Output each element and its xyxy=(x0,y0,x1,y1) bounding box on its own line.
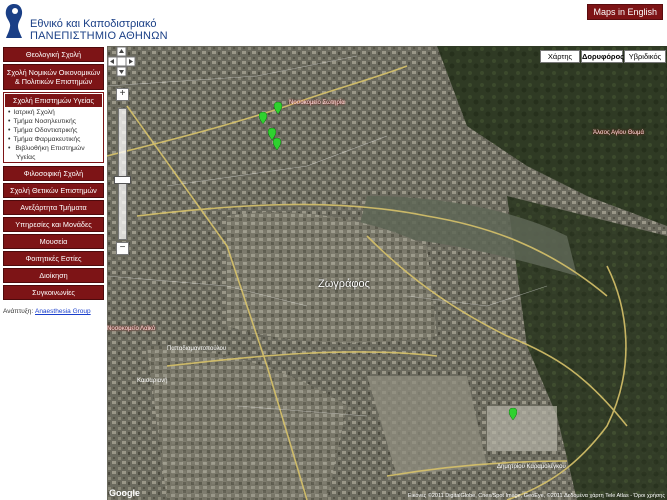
maps-in-english-button[interactable]: Maps in English xyxy=(587,4,663,20)
map-label-karamolegkou: Δημητρίου Καραμολέγκου xyxy=(497,464,566,470)
map-label-kaisariani: Καισαριανή xyxy=(137,378,168,384)
location-marker-icon[interactable] xyxy=(259,112,267,124)
satellite-imagery xyxy=(107,46,667,500)
nav-subitem-library[interactable]: Βιβλιοθήκη Επιστημών Υγείας xyxy=(4,144,103,162)
satellite-map[interactable]: Χάρτης Δορυφόρος Υβριδικός + − Νοσοκομεί… xyxy=(107,46,667,500)
map-type-map-button[interactable]: Χάρτης xyxy=(540,50,580,63)
nav-subitem-library-line1: Βιβλιοθήκη Επιστημών xyxy=(15,145,85,152)
map-label-alsos: Άλσος Αγίου Θωμά xyxy=(593,130,644,136)
developer-credit: Ανάπτυξη: Anaesthesia Group xyxy=(3,308,104,315)
nav-subitem-dentistry[interactable]: Τμήμα Οδοντιατρικής xyxy=(4,126,103,135)
map-attribution: Εικόνες ©2011 DigitalGlobe, Cnes/Spot Im… xyxy=(407,493,665,499)
map-label-laiko: Νοσοκομείο Λαϊκό xyxy=(107,326,156,332)
nav-health-group: Σχολή Επιστημών Υγείας Ιατρική Σχολή Τμή… xyxy=(3,92,104,163)
university-title-line1: Εθνικό και Καποδιστριακό xyxy=(30,18,157,30)
google-logo: Google xyxy=(109,488,140,498)
location-marker-icon[interactable] xyxy=(509,408,517,420)
developer-prefix: Ανάπτυξη: xyxy=(3,308,34,315)
zoom-out-button[interactable]: − xyxy=(116,242,129,255)
nav-transport[interactable]: Συγκοινωνίες xyxy=(3,285,104,300)
zoom-slider-track[interactable] xyxy=(118,108,127,240)
nav-subitem-nursing[interactable]: Τμήμα Νοσηλευτικής xyxy=(4,117,103,126)
map-label-sotiria: Νοσοκομείο Σωτηρία xyxy=(289,100,345,106)
pan-control[interactable] xyxy=(107,46,137,86)
university-logo xyxy=(5,4,23,38)
location-marker-icon[interactable] xyxy=(274,102,282,114)
pan-center-icon xyxy=(116,56,127,67)
map-type-satellite-button[interactable]: Δορυφόρος xyxy=(581,50,624,63)
map-label-papadiamantopoulou: Παπαδιαμαντοπούλου xyxy=(167,346,227,352)
nav-theology[interactable]: Θεολογική Σχολή xyxy=(3,47,104,62)
nav-subitem-library-line2: Υγείας xyxy=(16,154,36,161)
nav-subitem-pharmacy[interactable]: Τμήμα Φαρμακευτικής xyxy=(4,135,103,144)
university-title-line2: ΠΑΝΕΠΙΣΤΗΜΙΟ ΑΘΗΝΩΝ xyxy=(30,30,168,42)
zoom-slider-thumb[interactable] xyxy=(114,176,131,184)
nav-law-economics[interactable]: Σχολή Νομικών Οικονομικών & Πολιτικών Επ… xyxy=(3,64,104,90)
map-label-zografos: Ζωγράφος xyxy=(318,278,370,290)
nav-science[interactable]: Σχολή Θετικών Επιστημών xyxy=(3,183,104,198)
zoom-in-button[interactable]: + xyxy=(116,88,129,101)
nav-subitem-medical[interactable]: Ιατρική Σχολή xyxy=(4,108,103,117)
sidebar-nav: Θεολογική Σχολή Σχολή Νομικών Οικονομικώ… xyxy=(3,47,104,315)
university-title: Εθνικό και Καποδιστριακό ΠΑΝΕΠΙΣΤΗΜΙΟ ΑΘ… xyxy=(30,18,168,42)
location-marker-icon[interactable] xyxy=(273,138,281,150)
nav-museums[interactable]: Μουσεία xyxy=(3,234,104,249)
nav-services[interactable]: Υπηρεσίες και Μονάδες xyxy=(3,217,104,232)
map-type-hybrid-button[interactable]: Υβριδικός xyxy=(624,50,666,63)
nav-administration[interactable]: Διοίκηση xyxy=(3,268,104,283)
nav-dorms[interactable]: Φοιτητικές Εστίες xyxy=(3,251,104,266)
nav-independent-depts[interactable]: Ανεξάρτητα Τμήματα xyxy=(3,200,104,215)
developer-link[interactable]: Anaesthesia Group xyxy=(35,308,91,315)
nav-philosophy[interactable]: Φιλοσοφική Σχολή xyxy=(3,166,104,181)
nav-health-sciences[interactable]: Σχολή Επιστημών Υγείας xyxy=(5,94,102,107)
